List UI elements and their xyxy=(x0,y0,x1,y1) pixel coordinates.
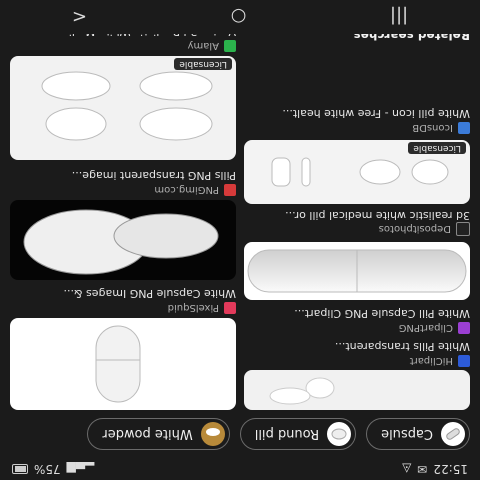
result-image[interactable]: Licensable xyxy=(244,140,470,204)
depositphotos-icon xyxy=(456,222,470,236)
clipartpng-icon xyxy=(458,322,470,334)
result-source: Alamy xyxy=(188,40,236,52)
result-source: PixelSquid xyxy=(168,302,236,314)
back-button[interactable]: < xyxy=(72,7,87,28)
capsule-icon xyxy=(441,422,465,446)
chip-round-pill[interactable]: Round pill xyxy=(239,418,357,450)
result-title[interactable]: Pills PNG transparent image... xyxy=(10,169,236,182)
source-name: PixelSquid xyxy=(167,302,219,314)
screen: 15:22 ✉ ◬ ▂▄▆ 75% Capsule Round pill Whi… xyxy=(0,0,480,480)
chip-white-powder[interactable]: White powder xyxy=(87,418,230,450)
source-name: ClipartPNG xyxy=(398,322,453,334)
pngimg-icon xyxy=(224,184,236,196)
battery-icon xyxy=(12,464,28,474)
result-source: ClipartPNG xyxy=(399,322,470,334)
chip-capsule[interactable]: Capsule xyxy=(366,418,470,450)
result-image[interactable] xyxy=(244,370,470,410)
signal-icon: ▂▄▆ xyxy=(66,462,95,476)
result-image[interactable] xyxy=(10,318,236,410)
chip-label: Capsule xyxy=(381,426,433,442)
result-title[interactable]: White Pill Capsule PNG Clipart... xyxy=(244,307,470,320)
result-source: IconsDB xyxy=(412,122,470,134)
result-image[interactable]: Licensable xyxy=(10,56,236,160)
source-name: Depositphotos xyxy=(378,223,451,235)
result-source: Depositphotos xyxy=(379,222,470,236)
result-title[interactable]: White pill icon - Free white healt... xyxy=(244,107,470,120)
result-title[interactable]: White Pills transparent... xyxy=(244,340,470,353)
result-title[interactable]: 3d realistic white medical pill or... xyxy=(244,209,470,222)
notification-icon: ✉ xyxy=(417,462,428,476)
result-image[interactable] xyxy=(244,242,470,300)
hiclipart-icon xyxy=(458,355,470,367)
location-icon: ◬ xyxy=(402,462,412,476)
result-title[interactable]: White Capsule PNG Images &... xyxy=(10,287,236,300)
licensable-badge: Licensable xyxy=(408,142,466,154)
suggestion-chips: Capsule Round pill White powder xyxy=(0,412,480,456)
clock: 15:22 xyxy=(433,462,468,476)
status-bar: 15:22 ✉ ◬ ▂▄▆ 75% xyxy=(0,458,480,480)
recents-button[interactable]: ||| xyxy=(390,7,408,28)
result-image[interactable] xyxy=(10,200,236,280)
iconsdb-icon xyxy=(458,122,470,134)
alamy-icon xyxy=(224,40,236,52)
source-name: HiClipart xyxy=(409,355,453,367)
result-source: HiClipart xyxy=(410,355,470,367)
result-source: PNGimg.com xyxy=(154,184,236,196)
round-pill-icon xyxy=(327,422,352,446)
source-name: IconsDB xyxy=(412,122,453,134)
pixelsquid-icon xyxy=(224,302,236,314)
chip-label: Round pill xyxy=(254,426,320,442)
source-name: Alamy xyxy=(187,40,219,52)
powder-icon xyxy=(200,422,225,446)
licensable-badge: Licensable xyxy=(174,58,232,70)
home-button[interactable]: ○ xyxy=(231,7,247,28)
chip-label: White powder xyxy=(102,426,193,442)
source-name: PNGimg.com xyxy=(154,184,219,196)
battery-percent: 75% xyxy=(34,462,61,476)
navigation-bar: ||| ○ < xyxy=(0,0,480,34)
